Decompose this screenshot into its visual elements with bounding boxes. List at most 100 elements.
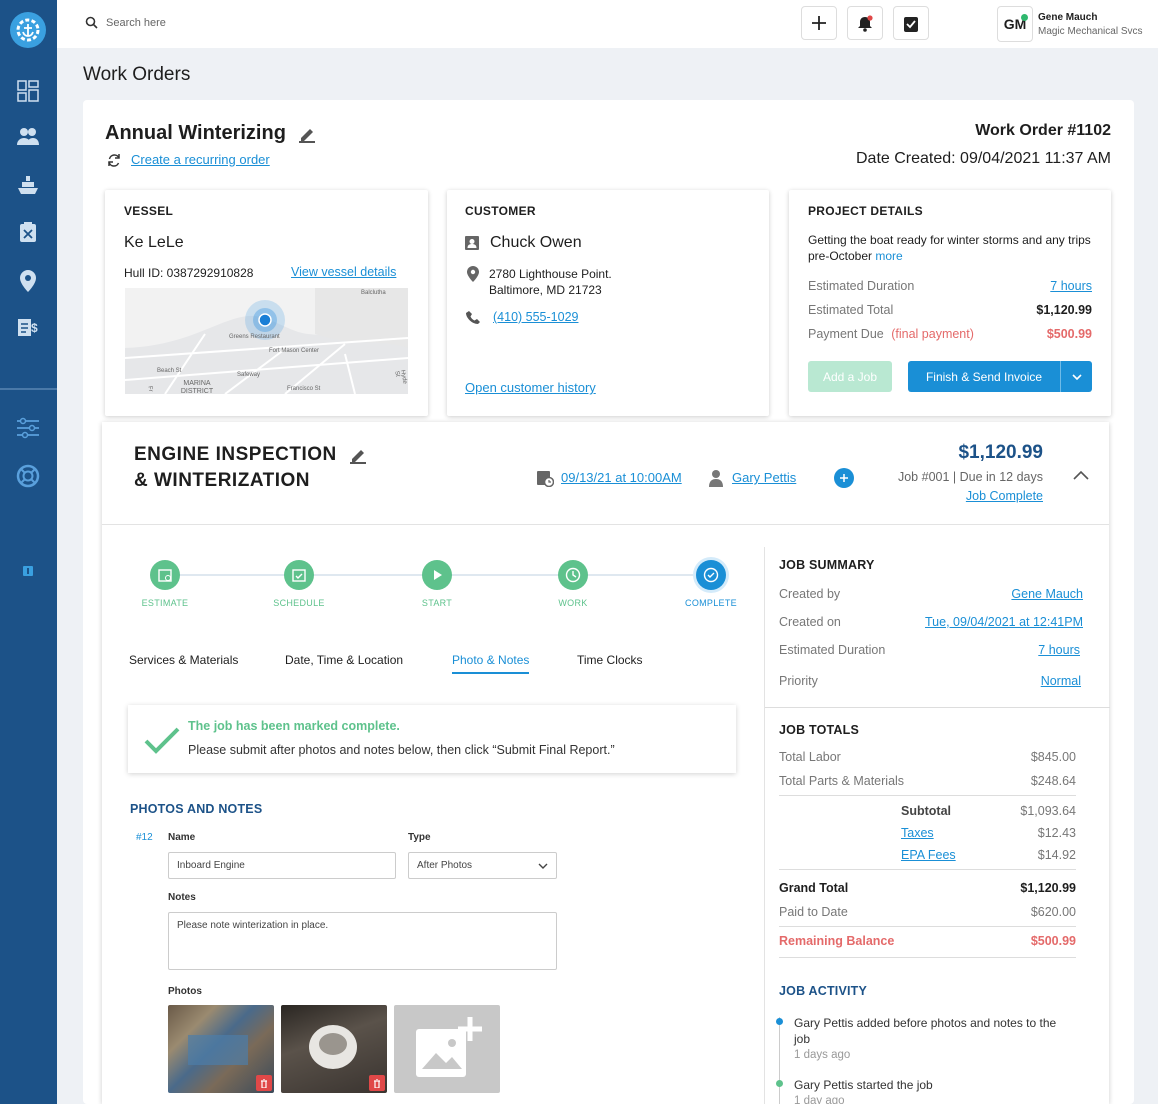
help-lifebuoy-icon[interactable] [14,462,42,490]
estimated-total-row: Estimated Total $1,120.99 [808,303,1092,317]
job-status-link[interactable]: Job Complete [966,489,1043,503]
tasks-button[interactable] [893,6,929,40]
step-estimate[interactable]: ESTIMATE [120,560,210,608]
sidebar: $ [0,0,57,1104]
epa-value: $14.92 [1037,848,1076,862]
customer-phone-link[interactable]: (410) 555-1029 [493,310,578,324]
technician-link[interactable]: Gary Pettis [732,470,796,485]
view-vessel-details-link[interactable]: View vessel details [291,265,396,279]
job-meta: Job #001 | Due in 12 days [897,470,1043,484]
grand-total-label: Grand Total [779,881,849,895]
add-technician-button[interactable] [834,468,854,488]
create-recurring-order-link[interactable]: Create a recurring order [131,152,270,167]
boat-icon[interactable] [14,171,42,199]
type-label: Type [408,832,431,843]
subtotal-label: Subtotal [901,804,951,818]
step-complete[interactable]: COMPLETE [666,560,756,608]
anchor-gear-logo-icon[interactable] [10,12,46,48]
dashboard-icon[interactable] [14,77,42,105]
created-on-link[interactable]: Tue, 09/04/2021 at 12:41PM [925,615,1083,629]
map-label: Safeway [237,372,261,378]
step-start[interactable]: START [392,560,482,608]
open-customer-history-link[interactable]: Open customer history [465,380,596,395]
finish-send-invoice-label[interactable]: Finish & Send Invoice [908,370,1060,384]
user-info[interactable]: Gene Mauch Magic Mechanical Svcs [1038,12,1142,37]
name-input[interactable]: Inboard Engine [168,852,396,879]
tab-time-clocks[interactable]: Time Clocks [577,653,643,667]
delete-photo-icon[interactable] [256,1075,272,1091]
add-button[interactable] [801,6,837,40]
step-schedule[interactable]: SCHEDULE [254,560,344,608]
location-pin-icon[interactable] [14,267,42,295]
sidebar-divider [0,388,57,390]
add-photo-button[interactable] [394,1005,500,1093]
total-label: Estimated Total [808,303,894,317]
divider [779,926,1076,927]
recurring-order: Create a recurring order [107,152,270,167]
step-label: START [421,598,453,608]
edit-pencil-icon[interactable] [349,446,367,464]
search-placeholder[interactable]: Search here [106,17,166,29]
toilet-photo-thumbnail[interactable] [281,1005,387,1093]
priority-link[interactable]: Normal [1041,674,1081,688]
work-order-title: Annual Winterizing [105,122,316,145]
activity-item: Gary Pettis started the job 1 day ago [794,1077,1069,1104]
project-details-card: PROJECT DETAILS Getting the boat ready f… [789,190,1111,416]
edit-pencil-icon[interactable] [298,125,316,143]
delete-photo-icon[interactable] [369,1075,385,1091]
avatar[interactable]: GM [997,6,1033,42]
activity-dot [776,1080,783,1087]
duration-link[interactable]: 7 hours [1050,279,1092,293]
type-select-value: After Photos [417,860,473,871]
customer-name: Chuck Owen [490,234,582,251]
priority-label: Priority [779,674,818,688]
map-label: Beach St [157,368,182,374]
job-title-line-2: & WINTERIZATION [134,470,311,491]
notifications-button[interactable] [847,6,883,40]
map-label: Fort Mason Center [269,348,320,354]
taxes-link[interactable]: Taxes [901,826,934,840]
invoice-dropdown-toggle[interactable] [1060,361,1092,392]
vessel-map[interactable]: Balclutha Greens Restaurant Fort Mason C… [125,288,408,394]
chevron-down-icon [1071,373,1082,380]
notes-textarea[interactable]: Please note winterization in place. [168,912,557,970]
tab-services-materials[interactable]: Services & Materials [129,653,238,667]
add-job-button[interactable]: Add a Job [808,361,892,392]
collapse-sidebar-icon[interactable] [14,557,42,585]
chevron-up-icon[interactable] [1073,470,1089,480]
step-label: WORK [558,598,588,608]
customer-address: 2780 Lighthouse Point. Baltimore, MD 217… [489,266,612,298]
total-labor-row: Total Labor $845.00 [779,750,1076,764]
epa-fees-link[interactable]: EPA Fees [901,848,956,862]
clipboard-check-icon [904,16,918,32]
finish-send-invoice-button[interactable]: Finish & Send Invoice [908,361,1092,392]
summary-duration-link[interactable]: 7 hours [1038,643,1080,657]
created-by-link[interactable]: Gene Mauch [1011,587,1083,601]
grand-total-row: Grand Total $1,120.99 [779,881,1076,895]
hull-id: Hull ID: 0387292910828 [124,266,254,280]
project-heading: PROJECT DETAILS [808,204,923,218]
map-label: Hyde St [393,369,408,385]
map-label: Francisco St [287,386,321,392]
work-orders-icon[interactable] [14,218,42,246]
customers-icon[interactable] [14,122,42,150]
name-label: Name [168,832,196,843]
paid-to-date-row: Paid to Date $620.00 [779,905,1076,919]
created-on-row: Created on Tue, 09/04/2021 at 12:41PM [779,615,1083,629]
summary-duration-row: Estimated Duration 7 hours [779,643,1080,657]
more-link[interactable]: more [875,249,902,263]
type-select[interactable]: After Photos [408,852,557,879]
engine-photo-thumbnail[interactable] [168,1005,274,1093]
invoices-icon[interactable]: $ [14,313,42,341]
priority-row: Priority Normal [779,674,1081,688]
parts-label: Total Parts & Materials [779,774,905,788]
plus-icon [812,16,826,30]
job-date-link[interactable]: 09/13/21 at 10:00AM [561,470,682,485]
tab-photo-notes[interactable]: Photo & Notes [452,653,530,674]
step-label: SCHEDULE [273,598,325,608]
search-box[interactable]: Search here [85,16,166,29]
tab-date-time-location[interactable]: Date, Time & Location [285,653,403,667]
top-bar: Search here GM Gene Mauch Magic Mechanic… [57,0,1158,48]
step-work[interactable]: WORK [528,560,618,608]
settings-sliders-icon[interactable] [14,414,42,442]
